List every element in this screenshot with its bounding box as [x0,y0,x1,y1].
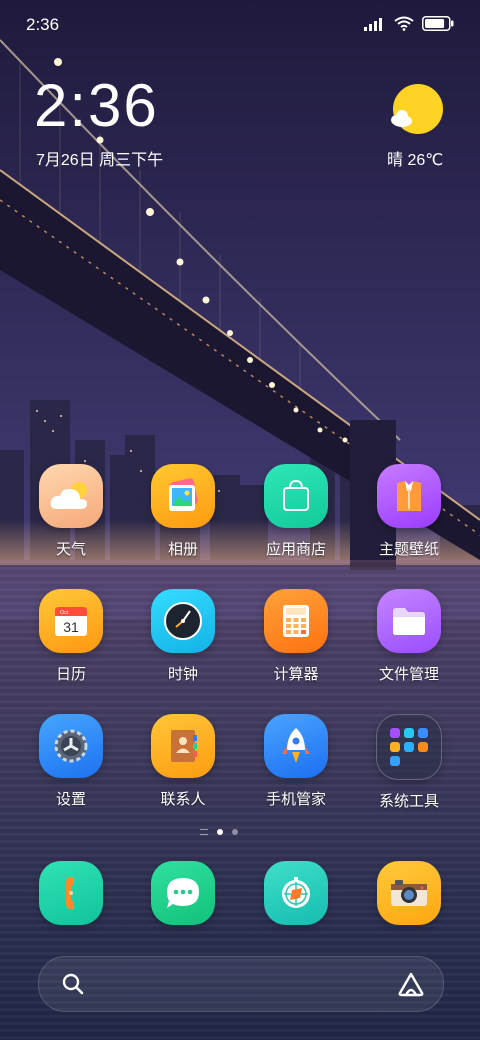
app-clock[interactable]: 时钟 [133,589,233,684]
messages-icon [151,861,215,925]
page-indicator[interactable] [200,829,238,835]
app-label: 日历 [55,666,86,683]
browser-icon [264,861,328,925]
settings-icon [39,714,103,778]
app-label: 时钟 [167,666,198,683]
app-label: 联系人 [160,791,206,808]
app-store-icon [264,464,328,528]
status-bar: 2:36 [0,0,480,50]
dock-messages[interactable] [133,861,233,925]
weather-icon [39,464,103,528]
app-label: 设置 [55,791,86,808]
app-contacts[interactable]: 联系人 [133,714,233,809]
contacts-icon [151,714,215,778]
app-system-tools-folder[interactable]: 系统工具 [359,714,459,811]
sunny-cloud-icon[interactable] [390,84,444,138]
search-bar[interactable] [38,956,444,1012]
themes-icon [377,464,441,528]
app-label: 文件管理 [378,666,439,683]
clock-widget-time[interactable]: 2:36 [34,76,159,136]
camera-icon [377,861,441,925]
clock-icon [151,589,215,653]
page-menu-icon[interactable] [200,829,208,835]
system-tools-folder-icon [376,714,442,780]
file-manager-icon [377,589,441,653]
gallery-icon [151,464,215,528]
app-label: 天气 [55,541,86,558]
dock-browser[interactable] [246,861,346,925]
wifi-icon [394,16,414,31]
app-themes[interactable]: 主题壁纸 [359,464,459,559]
dock-phone[interactable] [21,861,121,925]
calendar-month: Oct [60,610,69,616]
assistant-icon[interactable] [397,971,425,997]
signal-icon [364,17,382,31]
app-calendar[interactable]: Oct 31 日历 [21,589,121,684]
page-dot[interactable] [232,829,238,835]
app-security[interactable]: 手机管家 [246,714,346,809]
app-calculator[interactable]: 计算器 [246,589,346,684]
app-gallery[interactable]: 相册 [133,464,233,559]
app-label: 计算器 [273,666,319,683]
battery-icon [422,16,454,31]
app-label: 应用商店 [265,541,326,558]
app-file-manager[interactable]: 文件管理 [359,589,459,684]
calendar-icon: Oct 31 [39,589,103,653]
app-label: 手机管家 [265,791,326,808]
app-label: 系统工具 [378,793,439,810]
phone-icon [39,861,103,925]
app-label: 相册 [167,541,198,558]
search-icon[interactable] [61,972,85,996]
app-app-store[interactable]: 应用商店 [246,464,346,559]
calendar-day: 31 [63,619,79,635]
security-icon [264,714,328,778]
page-dot-current[interactable] [217,829,223,835]
status-time: 2:36 [26,15,60,34]
weather-widget-text: 晴 26℃ [387,152,444,169]
app-weather[interactable]: 天气 [21,464,121,559]
clock-widget-date: 7月26日 周三下午 [36,152,164,169]
dock-camera[interactable] [359,861,459,925]
app-label: 主题壁纸 [378,541,439,558]
calculator-icon [264,589,328,653]
app-settings[interactable]: 设置 [21,714,121,809]
